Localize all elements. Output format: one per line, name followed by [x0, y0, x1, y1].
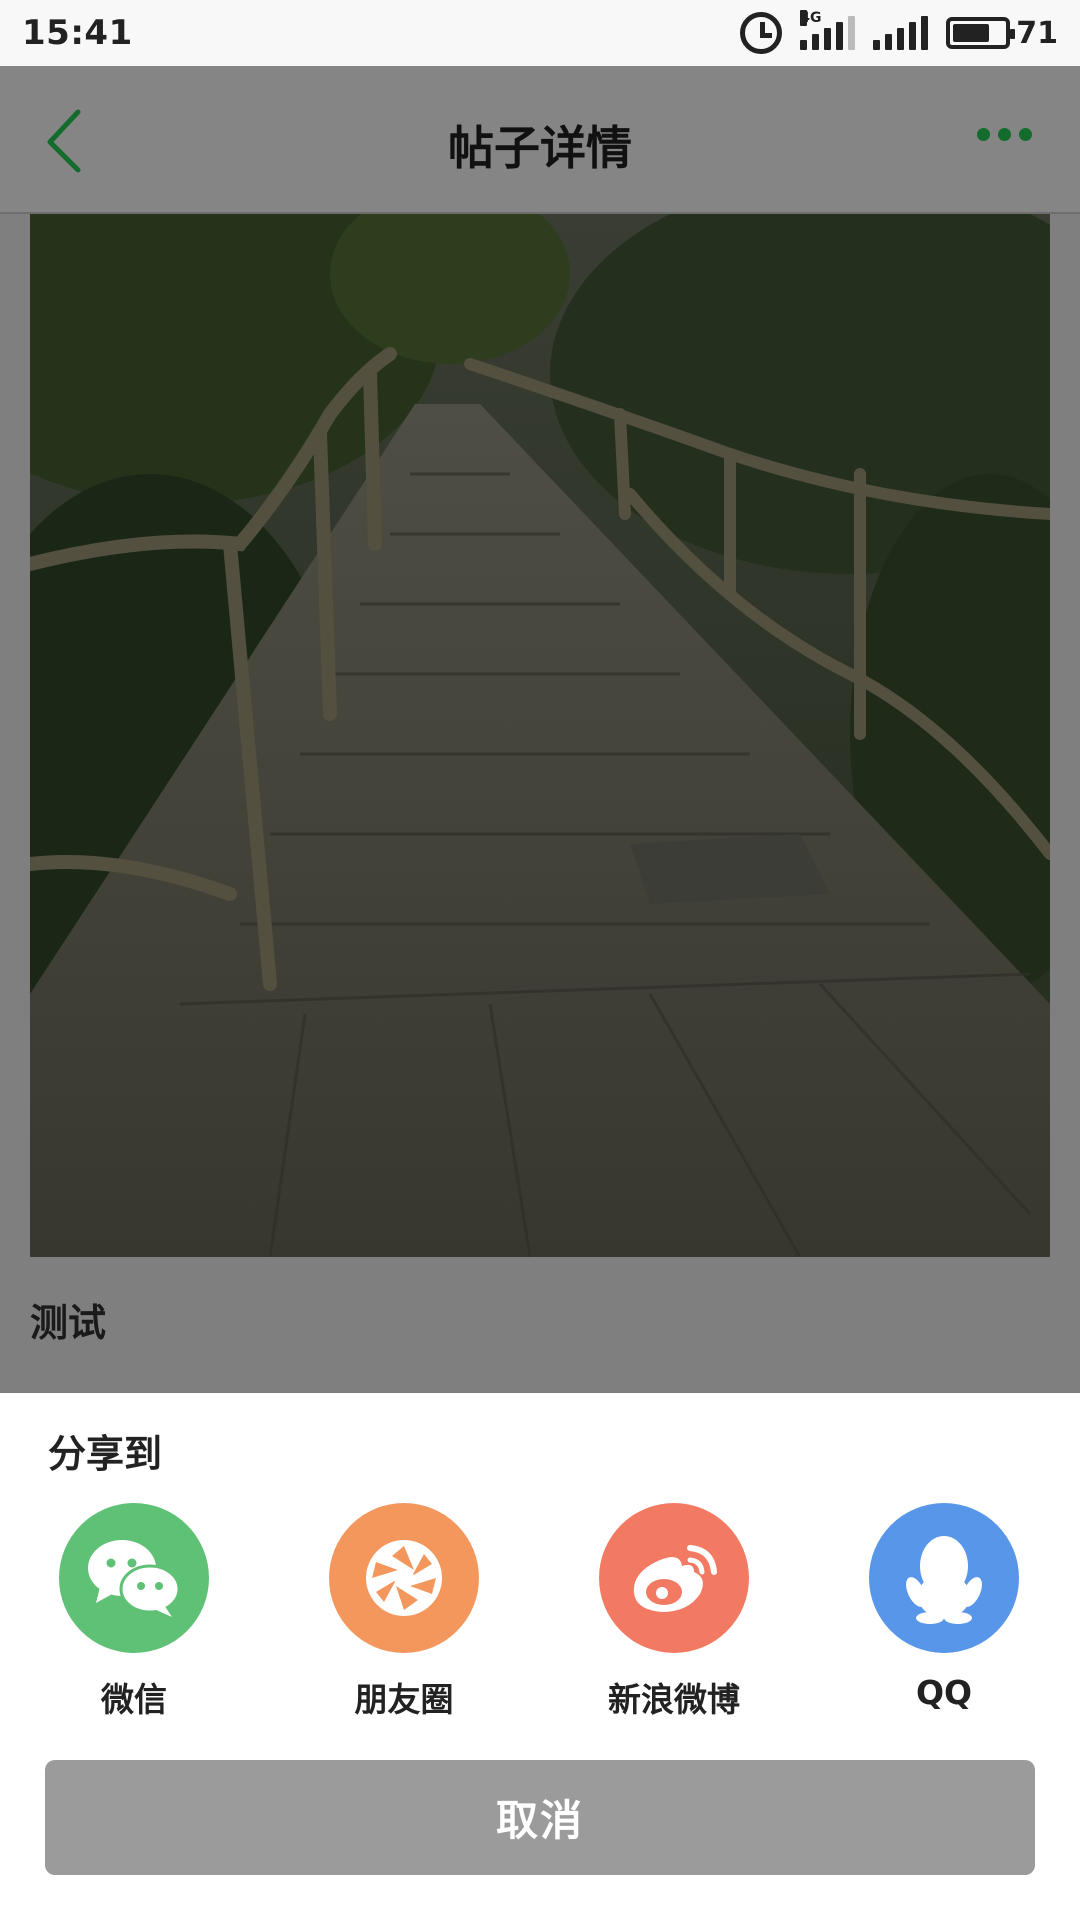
alarm-icon [740, 12, 783, 54]
moments-icon [329, 1503, 479, 1653]
page-title: 帖子详情 [448, 121, 632, 175]
cancel-button[interactable]: 取消 [45, 1760, 1035, 1875]
title-bar: 帖子详情 [0, 66, 1080, 214]
boardwalk-photo [30, 214, 1050, 1257]
status-icons: 4G 71 [740, 10, 1058, 54]
share-sheet: 分享到 微信 朋友圈 新浪微博 QQ 取消 [0, 1393, 1080, 1920]
qq-icon [869, 1503, 1019, 1653]
weibo-icon [599, 1503, 749, 1653]
share-weibo-button[interactable]: 新浪微博 [554, 1503, 794, 1721]
network-type-label: 4G [800, 10, 822, 26]
share-weibo-label: 新浪微博 [608, 1680, 740, 1719]
share-qq-label: QQ [915, 1673, 973, 1712]
status-bar: 15:41 4G 71 [0, 0, 1080, 66]
share-targets: 微信 朋友圈 新浪微博 QQ [0, 1503, 1080, 1723]
more-dots-icon [977, 128, 990, 141]
post-image[interactable] [30, 214, 1050, 1257]
share-wechat-label: 微信 [101, 1680, 167, 1719]
battery-percent: 71 [1016, 15, 1058, 51]
share-moments-label: 朋友圈 [354, 1680, 454, 1719]
more-button[interactable] [977, 128, 1032, 141]
battery-indicator: 71 [946, 16, 1058, 51]
share-wechat-button[interactable]: 微信 [14, 1503, 254, 1721]
cellular-signal-4g-icon: 4G [800, 10, 856, 50]
share-qq-button[interactable]: QQ [824, 1503, 1064, 1712]
battery-icon [946, 17, 1016, 49]
share-sheet-title: 分享到 [48, 1432, 163, 1476]
post-text: 测试 [30, 1301, 107, 1345]
status-time: 15:41 [22, 13, 133, 53]
share-moments-button[interactable]: 朋友圈 [284, 1503, 524, 1721]
cellular-signal-icon [873, 16, 929, 50]
wechat-icon [59, 1503, 209, 1653]
